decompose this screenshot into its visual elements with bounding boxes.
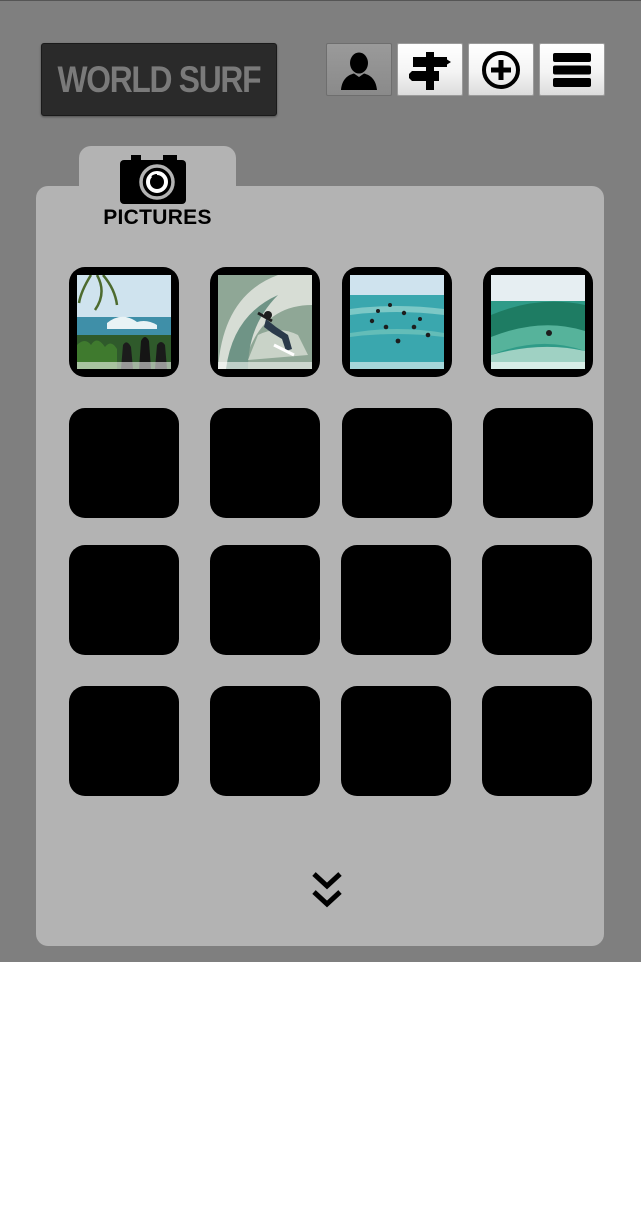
photo-slot-9[interactable] — [69, 545, 179, 655]
photo-slot-15[interactable] — [341, 686, 451, 796]
photo-thumbnail-4[interactable] — [483, 267, 593, 377]
photo-slot-11[interactable] — [341, 545, 451, 655]
load-more-button[interactable] — [310, 869, 344, 913]
photo-thumbnail-1[interactable] — [69, 267, 179, 377]
photo-slot-10[interactable] — [210, 545, 320, 655]
beach-photo — [77, 275, 171, 369]
photo-slot-13[interactable] — [69, 686, 179, 796]
photo-slot-14[interactable] — [210, 686, 320, 796]
menu-button[interactable] — [539, 43, 605, 96]
menu-icon — [553, 52, 591, 87]
profile-button[interactable] — [326, 43, 392, 96]
double-chevron-down-icon — [312, 872, 342, 908]
green-wave-photo — [491, 275, 585, 369]
user-icon — [341, 52, 377, 90]
photo-thumbnail-2[interactable] — [210, 267, 320, 377]
photo-slot-5[interactable] — [69, 408, 179, 518]
photo-slot-12[interactable] — [482, 545, 592, 655]
app-screen: WORLD SURF PICTURES — [0, 0, 641, 962]
pictures-label: PICTURES — [103, 206, 212, 229]
photo-thumbnail-3[interactable] — [342, 267, 452, 377]
surfers-lineup-photo — [350, 275, 444, 369]
photo-slot-7[interactable] — [342, 408, 452, 518]
add-button[interactable] — [468, 43, 534, 96]
directions-button[interactable] — [397, 43, 463, 96]
camera-icon — [120, 155, 186, 204]
app-logo[interactable]: WORLD SURF — [41, 43, 277, 116]
barrel-surfer-photo — [218, 275, 312, 369]
signpost-icon — [409, 51, 451, 90]
plus-circle-icon — [482, 50, 520, 89]
photo-slot-8[interactable] — [483, 408, 593, 518]
photo-slot-6[interactable] — [210, 408, 320, 518]
photo-slot-16[interactable] — [482, 686, 592, 796]
logo-text: WORLD SURF — [57, 58, 262, 100]
